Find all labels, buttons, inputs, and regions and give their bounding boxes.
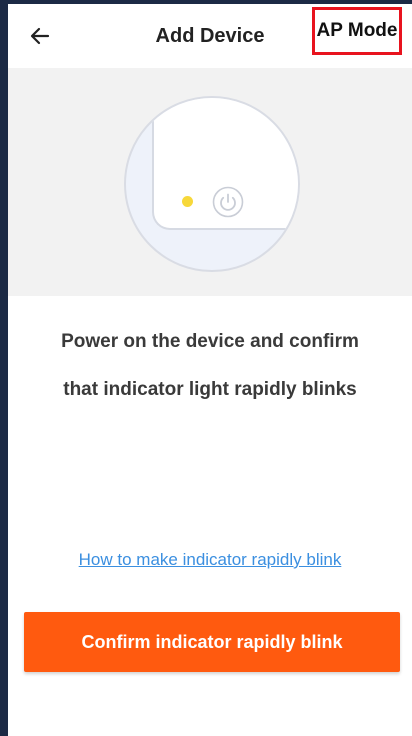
ap-mode-button[interactable]: AP Mode xyxy=(312,7,402,55)
help-link[interactable]: How to make indicator rapidly blink xyxy=(8,550,412,570)
instruction-text: Power on the device and confirm that ind… xyxy=(8,318,412,414)
device-circle xyxy=(124,96,300,272)
instruction-line-1: Power on the device and confirm xyxy=(61,331,359,352)
add-device-screen: Add Device AP Mode Power on the device a… xyxy=(8,4,412,736)
device-illustration xyxy=(8,68,412,296)
power-icon xyxy=(212,186,244,218)
confirm-button[interactable]: Confirm indicator rapidly blink xyxy=(24,612,400,672)
instruction-line-2: that indicator light rapidly blinks xyxy=(63,379,357,400)
header: Add Device AP Mode xyxy=(8,4,412,68)
indicator-light xyxy=(182,196,193,207)
